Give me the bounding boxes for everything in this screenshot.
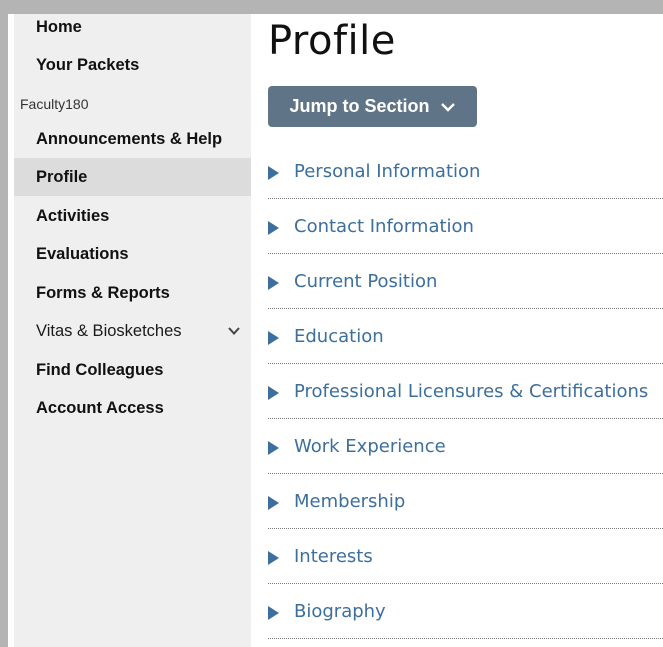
sidebar-item-label: Announcements & Help [36,129,223,148]
sidebar-item-vitas-biosketches[interactable]: Vitas & Biosketches [14,312,251,350]
sidebar-item-forms-reports[interactable]: Forms & Reports [14,274,251,312]
section-personal-information[interactable]: Personal Information [268,144,663,199]
sidebar-group-label: Faculty180 [20,96,89,112]
sidebar-item-label: Evaluations [36,244,129,263]
section-work-experience[interactable]: Work Experience [268,419,663,474]
section-label: Interests [294,546,373,567]
section-label: Professional Licensures & Certifications [294,381,649,402]
window-frame-top [0,0,663,14]
sidebar: Home Your Packets Faculty180 Announcemen… [14,14,251,647]
sidebar-item-home[interactable]: Home [14,14,251,46]
sidebar-item-find-colleagues[interactable]: Find Colleagues [14,351,251,389]
sidebar-item-label: Find Colleagues [36,360,164,379]
sidebar-item-label: Account Access [36,398,164,417]
sidebar-item-label: Vitas & Biosketches [36,321,182,340]
chevron-down-icon [440,102,455,112]
jump-to-section-label: Jump to Section [289,96,430,116]
sidebar-item-announcements-help[interactable]: Announcements & Help [14,120,251,158]
section-professional-licensures[interactable]: Professional Licensures & Certifications [268,364,663,419]
sidebar-item-evaluations[interactable]: Evaluations [14,235,251,273]
window-frame-left [0,0,8,647]
sidebar-item-account-access[interactable]: Account Access [14,389,251,427]
caret-right-icon [268,441,279,455]
section-label: Work Experience [294,436,446,457]
sidebar-item-profile[interactable]: Profile [14,158,251,196]
section-biography[interactable]: Biography [268,584,663,639]
caret-right-icon [268,496,279,510]
sidebar-item-your-packets[interactable]: Your Packets [14,46,251,84]
section-education[interactable]: Education [268,309,663,364]
caret-right-icon [268,331,279,345]
caret-right-icon [268,386,279,400]
section-interests[interactable]: Interests [268,529,663,584]
section-label: Personal Information [294,161,481,182]
caret-right-icon [268,551,279,565]
jump-to-section-button[interactable]: Jump to Section [268,86,477,127]
caret-right-icon [268,606,279,620]
sidebar-item-label: Home [36,17,82,36]
section-current-position[interactable]: Current Position [268,254,663,309]
chevron-down-icon[interactable] [227,324,241,338]
sidebar-item-label: Activities [36,206,110,225]
sidebar-item-activities[interactable]: Activities [14,197,251,235]
caret-right-icon [268,166,279,180]
sidebar-item-label: Forms & Reports [36,283,170,302]
section-label: Education [294,326,384,347]
section-membership[interactable]: Membership [268,474,663,529]
section-contact-information[interactable]: Contact Information [268,199,663,254]
caret-right-icon [268,276,279,290]
section-label: Contact Information [294,216,474,237]
section-label: Membership [294,491,406,512]
main-content: Profile Jump to Section Personal Informa… [251,14,663,647]
section-label: Biography [294,601,386,622]
sidebar-item-label: Your Packets [36,55,140,74]
sidebar-item-label: Profile [36,167,88,186]
section-label: Current Position [294,271,438,292]
caret-right-icon [268,221,279,235]
page-title: Profile [268,18,396,64]
